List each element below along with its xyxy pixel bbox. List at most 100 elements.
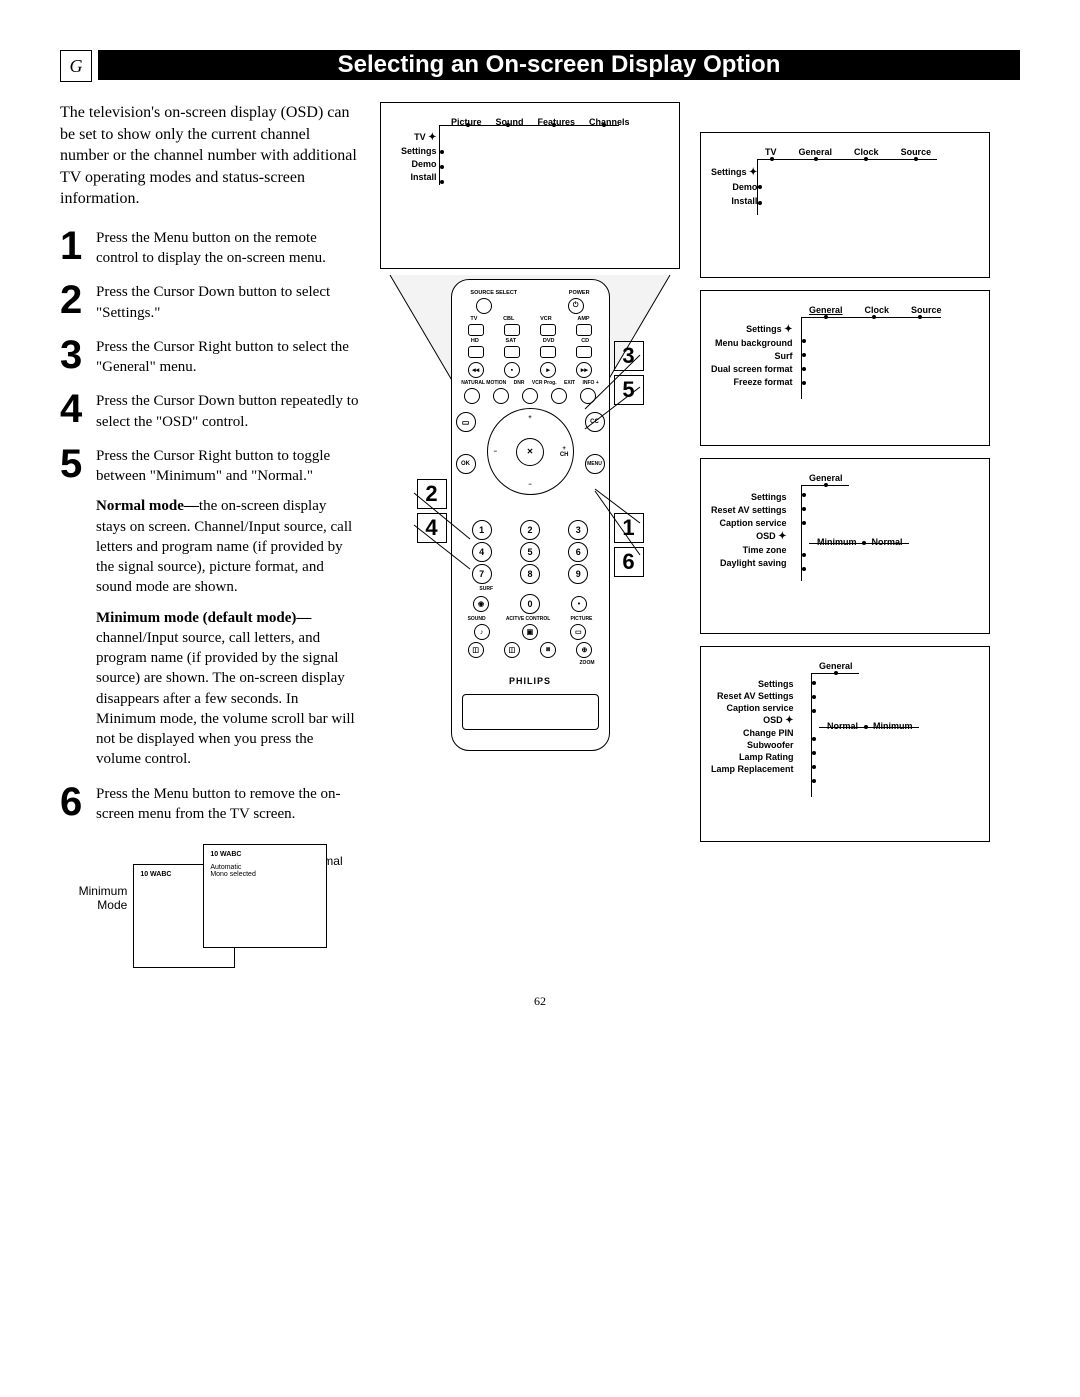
- step-text: Press the Cursor Right button to toggle …: [96, 446, 360, 770]
- callout-6: 6: [614, 547, 644, 577]
- num-0-button[interactable]: 0: [520, 594, 540, 614]
- num-3-button[interactable]: 3: [568, 520, 588, 540]
- osd-option: Minimum: [873, 721, 913, 731]
- cursor-right-icon[interactable]: +CH: [560, 446, 569, 458]
- menu-button[interactable]: MENU: [585, 454, 605, 474]
- num-7-button[interactable]: 7: [472, 564, 492, 584]
- diag-row: Settings: [711, 492, 787, 502]
- cd-button[interactable]: [576, 346, 592, 358]
- cbl-button[interactable]: [504, 324, 520, 336]
- cursor-icon: ✦: [778, 532, 786, 542]
- step-6: 6 Press the Menu button to remove the on…: [60, 784, 360, 825]
- pip-button[interactable]: ▭: [456, 412, 476, 432]
- minimum-mode-caption: Minimum Mode: [79, 884, 128, 912]
- cursor-left-icon[interactable]: −: [494, 449, 498, 455]
- sound-button[interactable]: ♪: [474, 624, 490, 640]
- cc-button[interactable]: CC: [585, 412, 605, 432]
- format-3-button[interactable]: ⧈: [540, 642, 556, 658]
- dvd-button[interactable]: [540, 346, 556, 358]
- diag-row: Subwoofer: [711, 740, 794, 750]
- intro-paragraph: The television's on-screen display (OSD)…: [60, 102, 360, 210]
- cursor-icon: ✦: [784, 325, 792, 335]
- surf-button[interactable]: ◉: [473, 596, 489, 612]
- vcr-prog-button[interactable]: [522, 388, 538, 404]
- step-2: 2 Press the Cursor Down button to select…: [60, 282, 360, 323]
- num-9-button[interactable]: 9: [568, 564, 588, 584]
- step-5: 5 Press the Cursor Right button to toggl…: [60, 446, 360, 770]
- menu-diagram-1: TV General Clock Source Settings ✦ Demo …: [700, 132, 990, 278]
- diag-row: Caption service: [711, 518, 787, 528]
- menu-diagram-2: General Clock Source Settings ✦ Menu bac…: [700, 290, 990, 446]
- step-number: 1: [60, 228, 86, 269]
- normal-screen-box: 10 WABC Automatic Mono selected: [203, 844, 327, 948]
- diag-row: Freeze format: [711, 377, 793, 387]
- mute-button[interactable]: ✕: [516, 438, 544, 466]
- diag-row: Reset AV Settings: [711, 691, 794, 701]
- page-title: Selecting an On-screen Display Option: [98, 50, 1020, 80]
- osd-option: Minimum: [817, 537, 857, 547]
- diag-row: Install: [711, 196, 757, 206]
- diag-row: Daylight saving: [711, 558, 787, 568]
- tv-button[interactable]: [468, 324, 484, 336]
- callout-3: 3: [614, 341, 644, 371]
- num-8-button[interactable]: 8: [520, 564, 540, 584]
- power-button[interactable]: ⏻: [568, 298, 584, 314]
- num-5-button[interactable]: 5: [520, 542, 540, 562]
- page-number: 62: [60, 994, 1020, 1009]
- diag-row: Dual screen format: [711, 364, 793, 374]
- rewind-button[interactable]: ◂◂: [468, 362, 484, 378]
- step-number: 6: [60, 784, 86, 825]
- step-text: Press the Cursor Down button to select "…: [96, 282, 360, 323]
- menu-row: Demo: [401, 159, 437, 169]
- picture-button[interactable]: ▭: [570, 624, 586, 640]
- vcr-button[interactable]: [540, 324, 556, 336]
- num-1-button[interactable]: 1: [472, 520, 492, 540]
- step-number: 5: [60, 446, 86, 770]
- mode-comparison-diagram: Minimum Mode 10 WABC 10 WABC Automatic M…: [60, 844, 360, 954]
- step-text: Press the Menu button to remove the on-s…: [96, 784, 360, 825]
- play-button[interactable]: ▸: [540, 362, 556, 378]
- num-4-button[interactable]: 4: [472, 542, 492, 562]
- active-control-button[interactable]: ▣: [522, 624, 538, 640]
- step-number: 3: [60, 337, 86, 378]
- normal-mode-label: Normal mode—: [96, 498, 199, 514]
- stop-button[interactable]: ▪: [504, 362, 520, 378]
- cursor-dpad[interactable]: ✕ + − − +CH: [487, 408, 574, 495]
- amp-button[interactable]: [576, 324, 592, 336]
- num-6-button[interactable]: 6: [568, 542, 588, 562]
- diag-row: Settings: [711, 679, 794, 689]
- diag-col: General: [799, 147, 833, 157]
- source-select-button[interactable]: [476, 298, 492, 314]
- cursor-up-icon[interactable]: +: [528, 415, 532, 421]
- step-text: Press the Cursor Right button to select …: [96, 337, 360, 378]
- diag-col: TV: [765, 147, 777, 157]
- zoom-button[interactable]: ⊕: [576, 642, 592, 658]
- callout-2: 2: [417, 479, 447, 509]
- brand-label: PHILIPS: [458, 676, 603, 686]
- callout-4: 4: [417, 513, 447, 543]
- dot-button[interactable]: •: [571, 596, 587, 612]
- exit-button[interactable]: [551, 388, 567, 404]
- minimum-mode-text: channel/Input source, call letters, and …: [96, 630, 355, 768]
- section-letter: G: [60, 50, 92, 82]
- hd-button[interactable]: [468, 346, 484, 358]
- cursor-icon: ✦: [785, 716, 793, 726]
- diag-col: General: [809, 473, 843, 483]
- diag-row: Lamp Replacement: [711, 764, 794, 774]
- sat-button[interactable]: [504, 346, 520, 358]
- diag-row: Caption service: [711, 703, 794, 713]
- format-1-button[interactable]: ◫: [468, 642, 484, 658]
- info-button[interactable]: [580, 388, 596, 404]
- natural-motion-button[interactable]: [464, 388, 480, 404]
- dnr-button[interactable]: [493, 388, 509, 404]
- ok-button[interactable]: OK: [456, 454, 476, 474]
- diag-row: Settings: [711, 167, 747, 177]
- num-2-button[interactable]: 2: [520, 520, 540, 540]
- diag-row: Settings: [746, 324, 782, 334]
- osd-option: Normal: [827, 721, 858, 731]
- ff-button[interactable]: ▸▸: [576, 362, 592, 378]
- cursor-down-icon[interactable]: −: [528, 482, 532, 488]
- menu-row-tv: TV: [414, 132, 426, 142]
- top-menu-screen: Picture Sound Features Channels TV ✦ Set…: [380, 102, 680, 269]
- format-2-button[interactable]: ◫: [504, 642, 520, 658]
